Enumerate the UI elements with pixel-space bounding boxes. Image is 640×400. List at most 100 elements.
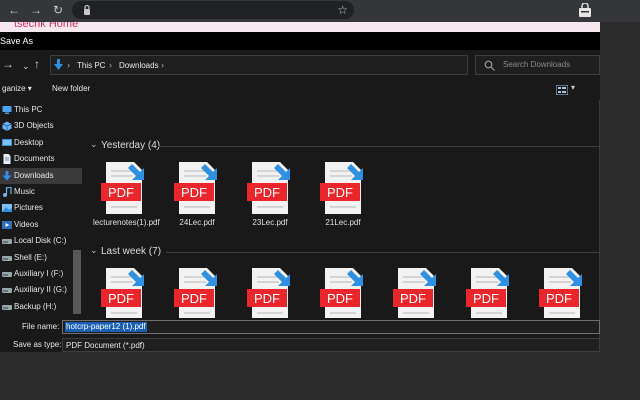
save-as-type-select[interactable]: PDF Document (*.pdf) xyxy=(62,338,600,352)
sidebar-item[interactable]: Music xyxy=(0,184,82,200)
file-item[interactable]: PDF20Lec(1).pdf xyxy=(159,266,229,318)
pdf-badge-text: PDF xyxy=(327,291,353,306)
address-bar[interactable]: › This PC › Downloads › ⌄ ↻ xyxy=(50,55,510,75)
sidebar-item-label: Desktop xyxy=(14,137,44,147)
sidebar-item-label: Pictures xyxy=(14,203,43,213)
sidebar-item[interactable]: Auxiliary II (G:) xyxy=(0,282,82,298)
file-item[interactable]: PDF19Lec.pdf xyxy=(305,266,375,318)
documents-icon xyxy=(3,154,11,165)
breadcrumb-separator-icon: › xyxy=(109,60,112,70)
sidebar-item[interactable]: Local Disk (C:) xyxy=(0,233,82,249)
pdf-badge-text: PDF xyxy=(254,291,280,306)
pdf-badge-text: PDF xyxy=(254,185,280,200)
background-page xyxy=(601,32,640,400)
sidebar-item[interactable]: Desktop xyxy=(0,135,82,151)
desktop-icon xyxy=(2,138,12,146)
pdf-icon: PDF xyxy=(393,268,436,318)
sidebar-item[interactable]: Videos xyxy=(0,217,82,233)
up-arrow-icon[interactable]: ↑ xyxy=(34,57,40,71)
sidebar-item-label: This PC xyxy=(14,105,43,114)
pdf-badge-text: PDF xyxy=(181,185,207,200)
drive-icon xyxy=(2,288,12,294)
extension-icon[interactable] xyxy=(578,3,592,18)
sidebar-item[interactable]: Shell (E:) xyxy=(0,250,82,266)
dialog-titlebar[interactable]: Save As xyxy=(0,32,600,50)
pdf-badge-text: PDF xyxy=(473,291,499,306)
browser-forward-icon[interactable]: → xyxy=(28,2,44,18)
drive-icon xyxy=(2,255,12,261)
group-header[interactable]: ⌄ Last week (7) xyxy=(86,244,600,260)
file-item[interactable]: PDFhotcrp-paper12.pdf xyxy=(524,266,594,318)
collapse-chevron-icon[interactable]: ⌄ xyxy=(90,245,98,256)
pdf-badge-text: PDF xyxy=(181,291,207,306)
sidebar-item-label: Downloads xyxy=(14,170,54,180)
navigation-pane: This PC 3D Objects Desktop Documents Downloa… xyxy=(0,102,82,318)
sidebar-item[interactable]: Downloads xyxy=(0,167,82,184)
browser-back-icon[interactable]: ← xyxy=(6,2,22,18)
sidebar-item-label: Music xyxy=(14,187,35,196)
search-input[interactable]: Search Downloads xyxy=(475,55,600,75)
save-as-type-label: Save as type: xyxy=(13,340,62,349)
save-as-dialog: Save As → ⌄ ↑ › This PC › Downloads › ⌄ … xyxy=(0,32,600,352)
sidebar-item[interactable]: This PC xyxy=(0,102,82,118)
pdf-icon: PDF xyxy=(247,162,290,214)
sidebar-item[interactable]: Documents xyxy=(0,151,82,167)
pictures-icon xyxy=(2,204,12,213)
pdf-icon: PDF xyxy=(101,162,144,214)
music-icon xyxy=(3,187,12,197)
sidebar-item-label: Auxiliary I (F:) xyxy=(14,269,64,278)
breadcrumb-separator-icon: › xyxy=(161,60,164,70)
pdf-icon: PDF xyxy=(539,268,582,318)
bookmark-star-icon[interactable]: ☆ xyxy=(337,1,348,19)
view-options-icon[interactable] xyxy=(556,85,568,95)
recent-locations-icon[interactable]: ⌄ xyxy=(22,59,30,73)
file-name-value[interactable]: hotcrp-paper12 (1).pdf xyxy=(65,322,147,332)
pdf-icon: PDF xyxy=(320,268,363,318)
file-name-label: 21Lec.pdf xyxy=(325,218,361,227)
sidebar-item[interactable]: Auxiliary I (F:) xyxy=(0,266,82,282)
downloads-icon xyxy=(54,59,63,70)
breadcrumb-this-pc[interactable]: This PC xyxy=(77,61,105,70)
new-folder-button[interactable]: New folder xyxy=(52,84,90,93)
omnibox[interactable]: ☆ xyxy=(72,1,354,19)
file-item[interactable]: PDF 24Lec.pdf xyxy=(159,160,229,250)
pdf-badge-text: PDF xyxy=(327,185,353,200)
videos-icon xyxy=(2,220,12,229)
sidebar-item[interactable]: Pictures xyxy=(0,200,82,216)
sidebar-scrollbar[interactable] xyxy=(73,250,81,314)
pdf-icon: PDF xyxy=(320,162,363,214)
file-name-field[interactable]: hotcrp-paper12 (1).pdf xyxy=(62,320,600,334)
file-item[interactable]: PDF20Lec.pdf xyxy=(232,266,302,318)
file-item[interactable]: PDF lecturenotes(1).pdf xyxy=(86,160,160,250)
file-list: ⌄ Yesterday (4) PDF lecturenotes(1).pdf PDF 2… xyxy=(86,102,600,318)
file-name-label: lecturenotes(1).pdf xyxy=(93,218,160,227)
navigation-bar: → ⌄ ↑ › This PC › Downloads › ⌄ ↻ Search… xyxy=(0,50,600,80)
file-name-label: 24Lec.pdf xyxy=(179,218,215,227)
forward-arrow-icon[interactable]: → xyxy=(2,57,14,71)
file-item[interactable]: PDF17Lec.pdf xyxy=(378,266,448,318)
pdf-icon: PDF xyxy=(101,268,144,318)
sidebar-item[interactable]: Backup (H:) xyxy=(0,299,82,315)
dialog-title: Save As xyxy=(0,36,34,46)
breadcrumb-downloads[interactable]: Downloads xyxy=(119,61,159,70)
browser-toolbar: ← → ↻ ☆ xyxy=(0,0,640,22)
collapse-chevron-icon[interactable]: ⌄ xyxy=(90,139,98,150)
group-label: Yesterday (4) xyxy=(101,140,161,151)
file-item[interactable]: PDF 21Lec.pdf xyxy=(305,160,375,250)
file-item[interactable]: PDF22Lec.pdf xyxy=(86,266,156,318)
pdf-icon: PDF xyxy=(174,268,217,318)
drive-icon xyxy=(2,239,12,245)
sidebar-item[interactable]: 3D Objects xyxy=(0,118,82,134)
pdf-badge-text: PDF xyxy=(400,291,426,306)
view-dropdown-icon[interactable]: ▾ xyxy=(571,83,575,92)
sidebar-item-label: Local Disk (C:) xyxy=(14,236,67,246)
file-item[interactable]: PDF 23Lec.pdf xyxy=(232,160,302,250)
dialog-toolbar: ganize ▾ New folder ▾ xyxy=(0,80,600,100)
pdf-icon: PDF xyxy=(174,162,217,214)
organize-button[interactable]: ganize ▾ xyxy=(2,84,32,93)
group-header[interactable]: ⌄ Yesterday (4) xyxy=(86,138,600,154)
browser-reload-icon[interactable]: ↻ xyxy=(50,2,66,18)
file-item[interactable]: PDF18Lec.pdf xyxy=(451,266,521,318)
sidebar-item-label: Backup (H:) xyxy=(14,301,57,311)
sidebar-item-label: 3D Objects xyxy=(14,121,54,131)
